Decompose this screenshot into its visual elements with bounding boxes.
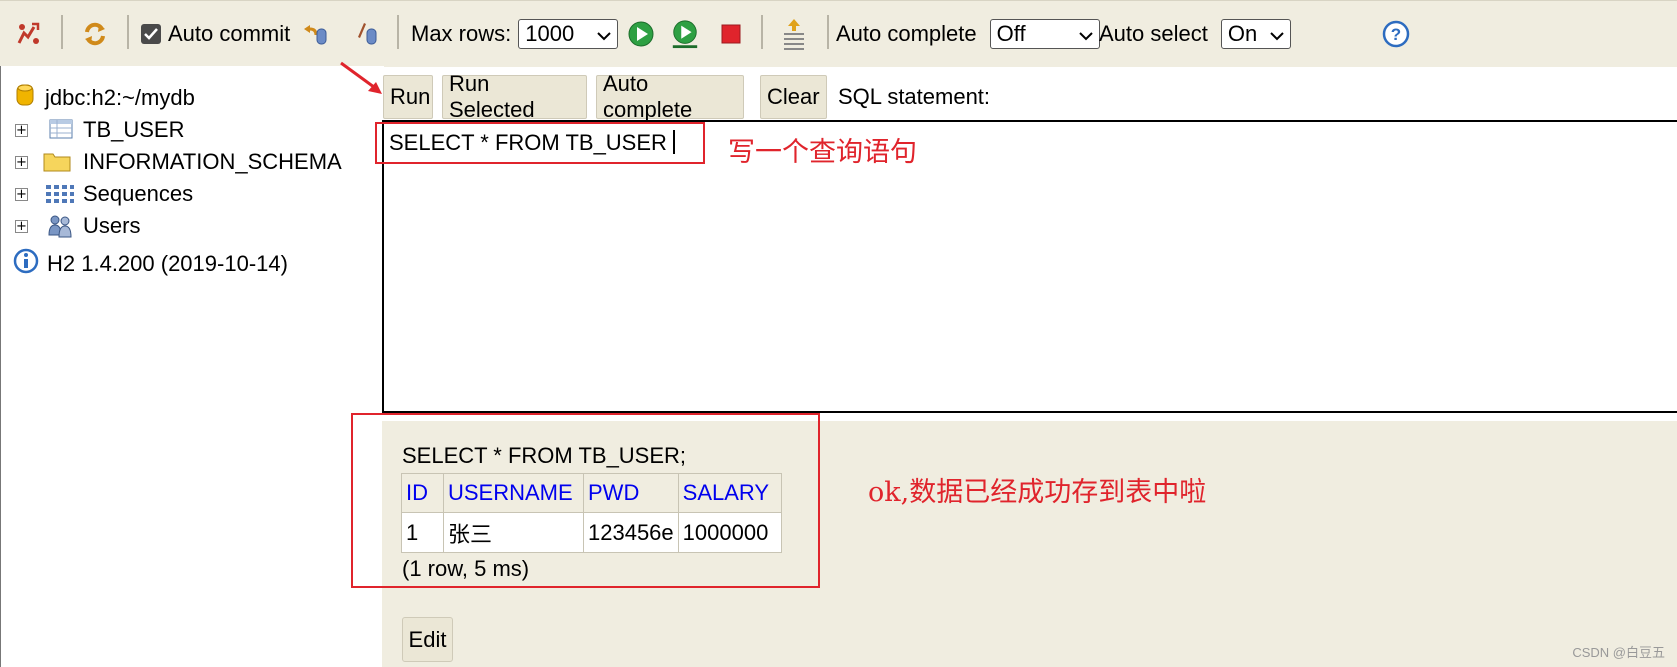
help-button[interactable]: ? [1381,1,1411,67]
stop-button[interactable] [716,1,746,67]
clear-button[interactable]: Clear [760,75,827,119]
refresh-icon [80,19,110,49]
history-button[interactable] [779,1,809,67]
annotation-arrow [340,61,382,94]
chevron-down-icon [597,21,611,47]
chevron-down-icon [1270,21,1284,47]
auto-complete-value: Off [996,21,1026,46]
run-button[interactable]: Run [383,75,433,119]
table-icon [49,118,73,146]
max-rows-group: Max rows: 1000 [411,1,619,67]
users-icon [47,213,73,245]
max-rows-label: Max rows: [411,21,512,46]
auto-select-value: On [1227,21,1258,46]
disconnect-button[interactable] [14,1,44,67]
run-button-label: Run [390,84,431,109]
sequences-icon [45,183,75,211]
tree-item-label: Users [83,213,141,238]
tree-connection[interactable]: jdbc:h2:~/mydb [15,83,195,113]
edit-button[interactable]: Edit [402,617,453,662]
chevron-down-icon [1078,21,1093,47]
play-icon [626,19,656,49]
execute-all-button[interactable] [670,1,700,67]
query-highlight-box [375,122,705,164]
version-label: H2 1.4.200 (2019-10-14) [47,251,288,276]
rollback-icon [300,19,330,49]
toolbar: Auto commit Max rows: 1000 Auto complete… [0,0,1677,67]
tree-item-label: TB_USER [83,117,185,142]
object-tree: jdbc:h2:~/mydb + TB_USER + INFORMATION_S… [0,66,384,667]
refresh-button[interactable] [80,1,110,67]
auto-complete-label: Auto complete [836,21,977,46]
play-all-icon [670,19,700,49]
folder-icon [43,149,71,179]
auto-complete-select[interactable]: Off [989,19,1100,49]
auto-select-label: Auto select [1099,21,1208,46]
expand-icon[interactable]: + [15,187,28,201]
result-annotation: ok,数据已经成功存到表中啦 [868,477,1207,508]
auto-commit-label: Auto commit [168,21,291,46]
max-rows-value: 1000 [525,21,575,46]
auto-complete-button-label: Auto complete [603,71,693,122]
auto-commit-toggle[interactable]: Auto commit [141,1,290,67]
run-selected-button[interactable]: Run Selected [442,71,587,122]
auto-commit-checkbox[interactable] [141,24,161,44]
execute-button[interactable] [626,1,656,67]
info-icon [13,248,39,280]
help-icon: ? [1381,19,1411,49]
edit-button-label: Edit [408,626,447,652]
query-annotation: 写一个查询语句 [728,137,917,168]
max-rows-select[interactable]: 1000 [518,19,619,49]
auto-complete-button[interactable]: Auto complete [596,71,744,122]
expand-icon[interactable]: + [15,219,28,233]
svg-text:?: ? [1391,25,1401,44]
result-highlight-box [351,413,820,588]
auto-complete-group: Auto complete Off [836,1,1100,67]
run-selected-label: Run Selected [449,71,535,122]
history-icon [779,19,809,50]
tree-version: H2 1.4.200 (2019-10-14) [13,248,288,280]
tree-item-label: Sequences [83,181,194,206]
expand-icon[interactable]: + [15,123,28,137]
tree-item-label: INFORMATION_SCHEMA [83,149,342,174]
auto-select-select[interactable]: On [1220,19,1291,49]
rollback-button[interactable] [300,1,330,67]
clear-button-label: Clear [767,84,820,109]
commit-icon [352,19,382,49]
auto-select-group: Auto select On [1099,1,1291,67]
connection-label: jdbc:h2:~/mydb [45,85,195,110]
commit-button[interactable] [352,1,382,67]
expand-icon[interactable]: + [15,155,28,169]
stop-icon [716,19,746,49]
watermark: CSDN @白豆五 [1572,645,1665,660]
database-icon [15,82,35,114]
sql-statement-label: SQL statement: [838,84,991,109]
disconnect-icon [14,19,44,49]
